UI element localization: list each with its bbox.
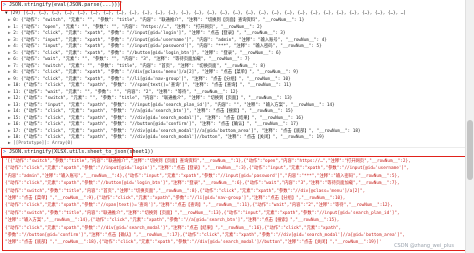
watermark: CSDN @zhang_wei_plus: [394, 243, 454, 249]
array-row[interactable]: ▶ 10: {"动作": "click", "元素": "xpath", "参数…: [8, 83, 291, 89]
output-line: "注释":"输入方案","__rowNum__":14},{"动作":"clic…: [5, 218, 340, 224]
array-row[interactable]: ▶ 8: {"动作": "click", "元素": "xpath", "参数"…: [8, 70, 298, 76]
output-line: "参数":"//button[@id='confirm']","注释":"点击【…: [5, 233, 405, 238]
array-row-text: 9: {"动作": "click", "元素": "xpath", "参数": …: [13, 76, 291, 82]
output-line: {"动作":"switch","参数":"title","内容":"联通推介",…: [5, 210, 400, 216]
array-row-text: 10: {"动作": "click", "元素": "xpath", "参数":…: [13, 83, 292, 88]
array-row[interactable]: ▶ 15: {"动作": "click", "元素": "xpath", "参数…: [8, 116, 304, 122]
array-row-text: 18: {"动作": "click", "元素": "xpath", "参数":…: [13, 135, 325, 140]
output-line: "注释":"点击【菜单】","__rowNum__":9},{"动作":"cli…: [5, 196, 346, 201]
array-row-text: 2: {"动作": "click", "元素": "xpath", "参数": …: [13, 31, 286, 36]
array-row-text: 3: {"动作": "input", "元素": "xpath", "参数": …: [13, 37, 327, 43]
array-row-text: 4: {"动作": "input", "元素": "xpath", "参数": …: [13, 44, 322, 49]
array-row-text: 11: {"动作": "wait", "元素": "", "参数": "", "…: [13, 89, 239, 95]
devtools-console: > JSON.stringify(eval(JSON.parse(...)))`…: [0, 0, 466, 253]
array-row[interactable]: ▶ 5: {"动作": "click", "元素": "xpath", "参数"…: [8, 51, 281, 57]
array-row[interactable]: ▶ 6: {"动作": "wait", "元素": "", "参数": "", …: [8, 57, 250, 63]
input-2-text: JSON.stringify(XLSX.utils.sheet_to_json(…: [9, 149, 154, 155]
console-input-2[interactable]: > JSON.stringify(XLSX.utils.sheet_to_jso…: [3, 149, 154, 156]
array-row-text: 5: {"动作": "click", "元素": "xpath", "参数": …: [13, 50, 282, 56]
array-row[interactable]: ▶ 7: {"动作": "switch", "元素": "", "参数": "t…: [8, 64, 266, 70]
array-row-text: 1: {"动作": "open", "元素": "", "参数": "", "内…: [13, 24, 263, 30]
array-row-text: 8: {"动作": "click", "元素": "xpath", "参数": …: [13, 70, 299, 75]
array-row[interactable]: ▶ 4: {"动作": "input", "元素": "xpath", "参数"…: [8, 44, 322, 50]
array-row-text: 15: {"动作": "click", "元素": "xpath", "参数":…: [13, 115, 304, 121]
console-input-1[interactable]: > JSON.stringify(eval(JSON.parse(...)))`: [3, 2, 123, 9]
output-line: "内容":"admin","注释":"输入账号","__rowNum__":4}…: [5, 173, 400, 179]
array-row[interactable]: ▶ 11: {"动作": "wait", "元素": "", "参数": "",…: [8, 90, 238, 96]
output-line: {"动作":"click","元素":"xpath","参数":"//input…: [5, 166, 410, 172]
array-row-text: 16: {"动作": "click", "元素": "xpath", "参数":…: [13, 122, 299, 127]
output-line: '[{"动作":"switch","参数":"title","内容":"联通推介…: [5, 159, 411, 164]
array-header[interactable]: ▼ (29) [{…}, {…}, {…}, {…}, {…}, {…}, {……: [5, 11, 406, 17]
output-line: {"动作":"click","元素":"xpath","参数":"//div[@…: [5, 225, 342, 231]
array-row[interactable]: ▶ 9: {"动作": "click", "元素": "xpath", "参数"…: [8, 77, 291, 83]
array-row-text: 17: {"动作": "click", "元素": "xpath", "参数":…: [13, 128, 361, 134]
output-line: "注释":"点击【底部】","__rowNum__":18},{"动作":"cl…: [5, 240, 382, 246]
output-line: {"动作":"click","元素":"xpath","参数":"//span[…: [5, 203, 393, 209]
array-row[interactable]: ▶ 13: {"动作": "input", "元素": "xpath", "参数…: [8, 103, 335, 109]
array-row[interactable]: ▶ 14: {"动作": "click", "元素": "xpath", "参数…: [8, 109, 293, 115]
array-row-text: 0: {"动作": "switch", "元素": "", "参数": "tit…: [13, 18, 305, 23]
array-row[interactable]: ▶ 12: {"动作": "switch", "元素": "", "参数": "…: [8, 96, 292, 102]
array-row[interactable]: ▶ 0: {"动作": "switch", "元素": "", "参数": "t…: [8, 18, 304, 24]
output-string-highlight: '[{"动作":"switch","参数":"title","内容":"联通推介…: [2, 156, 466, 251]
array-header-text: ▼ (29) [{…}, {…}, {…}, {…}, {…}, {…}, {……: [5, 11, 406, 16]
array-row[interactable]: ▶ 17: {"动作": "click", "元素": "xpath", "参数…: [8, 129, 361, 135]
array-row-text: 13: {"动作": "input", "元素": "xpath", "参数":…: [13, 102, 335, 108]
array-row[interactable]: ▶ 16: {"动作": "click", "元素": "xpath", "参数…: [8, 122, 298, 128]
array-row[interactable]: ▶ 2: {"动作": "click", "元素": "xpath", "参数"…: [8, 31, 285, 37]
array-row[interactable]: ▶ 3: {"动作": "input", "元素": "xpath", "参数"…: [8, 38, 327, 44]
output-line: {"动作":"click","元素":"xpath","参数":"//butto…: [5, 181, 400, 187]
prototype-text: ▶ [[Prototype]]: Array(0): [8, 141, 73, 146]
array-row-text: 14: {"动作": "click", "元素": "xpath", "参数":…: [13, 109, 294, 114]
array-row-text: 7: {"动作": "switch", "元素": "", "参数": "tit…: [13, 63, 266, 69]
array-row-text: 6: {"动作": "wait", "元素": "", "参数": "", "内…: [13, 57, 251, 62]
array-row[interactable]: ▶ 1: {"动作": "open", "元素": "", "参数": "", …: [8, 25, 262, 31]
vertical-scrollbar[interactable]: [465, 0, 474, 253]
array-row-text: 12: {"动作": "switch", "元素": "", "参数": "ti…: [13, 96, 293, 101]
scrollbar-thumb[interactable]: [467, 120, 473, 180]
input-1-text: JSON.stringify(eval(JSON.parse(...)))`: [9, 2, 124, 8]
output-line: {"动作":"switch","参数":"title","内容":"首页","注…: [5, 188, 366, 194]
